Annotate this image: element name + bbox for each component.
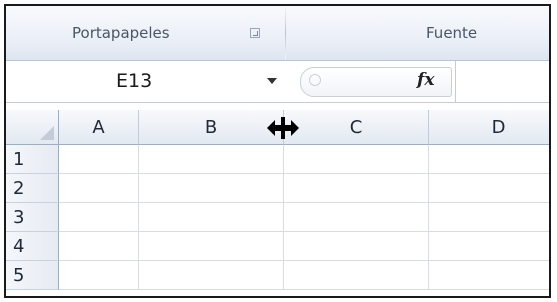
- row-header-1[interactable]: 1: [6, 145, 59, 174]
- ribbon-separator: [285, 6, 286, 60]
- row-label: 5: [13, 264, 25, 286]
- column-label: B: [204, 116, 218, 138]
- column-header-a[interactable]: A: [59, 110, 139, 145]
- row-header-2[interactable]: 2: [6, 174, 59, 203]
- name-box-value[interactable]: E13: [116, 70, 152, 92]
- ribbon-group-clipboard: Portapapeles: [72, 6, 170, 60]
- cell-c2[interactable]: [284, 174, 429, 203]
- cell-a5[interactable]: [59, 261, 139, 290]
- excel-window: Portapapeles Fuente E13 fx A B C D 1 2 3…: [4, 4, 551, 298]
- column-resize-cursor-icon: [267, 117, 299, 139]
- column-label: D: [491, 116, 506, 138]
- cell-a4[interactable]: [59, 232, 139, 261]
- select-all-icon: [40, 126, 54, 140]
- expand-handle-icon[interactable]: [309, 74, 321, 86]
- column-label: C: [349, 116, 363, 138]
- cell-d2[interactable]: [429, 174, 549, 203]
- cell-c5[interactable]: [284, 261, 429, 290]
- cell-b3[interactable]: [139, 203, 284, 232]
- cell-b5[interactable]: [139, 261, 284, 290]
- cell-d3[interactable]: [429, 203, 549, 232]
- formula-bar: E13 fx: [6, 61, 549, 103]
- formula-controls: fx: [300, 67, 452, 97]
- cell-a1[interactable]: [59, 145, 139, 174]
- row-header-5[interactable]: 5: [6, 261, 59, 290]
- ribbon-group-labels: Portapapeles Fuente: [6, 6, 549, 61]
- row-label: 3: [13, 206, 25, 228]
- row-label: 1: [13, 148, 25, 170]
- cell-c3[interactable]: [284, 203, 429, 232]
- cell-b2[interactable]: [139, 174, 284, 203]
- cell-b4[interactable]: [139, 232, 284, 261]
- row-header-4[interactable]: 4: [6, 232, 59, 261]
- cell-a2[interactable]: [59, 174, 139, 203]
- select-all-button[interactable]: [6, 110, 59, 145]
- ribbon-group-font-label: Fuente: [426, 24, 478, 42]
- name-box-dropdown-icon[interactable]: [267, 78, 277, 84]
- column-label: A: [92, 116, 105, 138]
- column-header-d[interactable]: D: [429, 110, 549, 145]
- cell-a3[interactable]: [59, 203, 139, 232]
- row-header-3[interactable]: 3: [6, 203, 59, 232]
- cell-d1[interactable]: [429, 145, 549, 174]
- cell-d4[interactable]: [429, 232, 549, 261]
- cell-c4[interactable]: [284, 232, 429, 261]
- cell-d5[interactable]: [429, 261, 549, 290]
- formula-input[interactable]: [456, 61, 549, 102]
- name-box[interactable]: E13: [6, 61, 288, 102]
- cell-c1[interactable]: [284, 145, 429, 174]
- insert-function-icon[interactable]: fx: [417, 70, 434, 90]
- row-label: 2: [13, 177, 25, 199]
- dialog-launcher-icon[interactable]: [250, 28, 260, 38]
- column-header-b[interactable]: B: [139, 110, 284, 145]
- ribbon-group-font: Fuente: [426, 6, 477, 60]
- column-header-c[interactable]: C: [284, 110, 429, 145]
- ribbon-group-clipboard-label: Portapapeles: [72, 24, 170, 42]
- row-label: 4: [13, 235, 25, 257]
- cell-b1[interactable]: [139, 145, 284, 174]
